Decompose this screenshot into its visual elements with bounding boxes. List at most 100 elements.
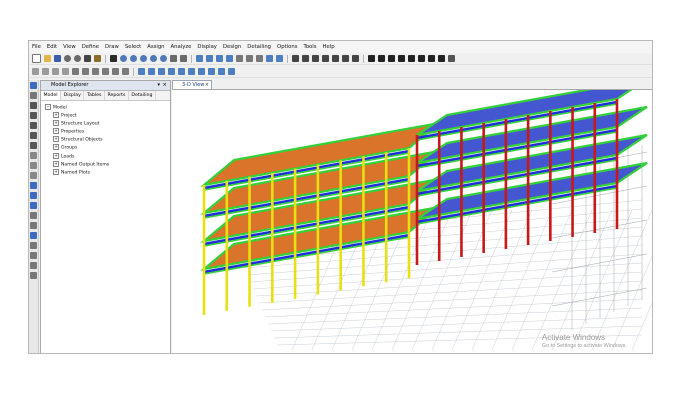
draw-floor-icon[interactable] [30,152,37,159]
design-check-icon[interactable] [438,55,445,62]
draw-line-icon[interactable] [30,102,37,109]
display-stresses-icon[interactable] [168,68,175,75]
menu-design[interactable]: Design [220,41,244,53]
quick-draw-icon[interactable] [112,68,119,75]
column-icon[interactable] [368,55,375,62]
expand-icon[interactable]: + [53,152,59,159]
tab-model[interactable]: Model [41,91,62,100]
expand-icon[interactable]: + [53,112,59,119]
draw-brace-icon[interactable] [30,142,37,149]
display-reactions-icon[interactable] [178,68,185,75]
temperature-load-icon[interactable] [62,68,69,75]
perspective-icon[interactable] [236,55,243,62]
opening-icon[interactable] [342,55,349,62]
filter-icon[interactable] [388,55,395,62]
tab-display[interactable]: Display [61,91,85,100]
frame-icon[interactable] [292,55,299,62]
collapse-icon[interactable]: − [45,104,51,110]
tree-root-model[interactable]: − Model [45,104,170,112]
grid-icon[interactable] [352,55,359,62]
menu-detailing[interactable]: Detailing [244,41,274,53]
zoom-previous-icon[interactable] [160,55,167,62]
display-report-icon[interactable] [208,68,215,75]
draw-opening-icon[interactable] [30,172,37,179]
menu-options[interactable]: Options [274,41,300,53]
section-icon[interactable] [378,55,385,62]
display-deformed-icon[interactable] [148,68,155,75]
join-icon[interactable] [30,262,37,269]
column-draw-icon[interactable] [72,68,79,75]
expand-icon[interactable]: + [53,136,59,143]
menu-view[interactable]: View [60,41,79,53]
object-shrink-icon[interactable] [266,55,273,62]
draw-column-icon[interactable] [30,122,37,129]
menu-draw[interactable]: Draw [102,41,122,53]
move-up-icon[interactable] [246,55,253,62]
tree-item-structural-objects[interactable]: + Structural Objects [45,136,170,144]
more-tools-icon[interactable] [448,55,455,62]
lock-icon[interactable] [94,55,101,62]
expand-icon[interactable]: + [53,144,59,151]
set-display-icon[interactable] [276,55,283,62]
3d-view-canvas[interactable]: Activate Windows Go to Settings to activ… [172,89,652,353]
menu-define[interactable]: Define [79,41,102,53]
open-icon[interactable] [44,55,51,62]
menu-tools[interactable]: Tools [300,41,319,53]
wall-draw-icon[interactable] [122,68,129,75]
plan-view-icon[interactable] [206,55,213,62]
rotate-icon[interactable] [180,55,187,62]
menu-analyze[interactable]: Analyze [168,41,195,53]
point-icon[interactable] [418,55,425,62]
draw-point-icon[interactable] [30,112,37,119]
tree-item-named-plots[interactable]: + Named Plots [45,168,170,177]
tab-3d-view[interactable]: 3-D View × [172,80,212,89]
draw-beam-icon[interactable] [30,132,37,139]
tab-detailing[interactable]: Detailing [129,91,156,100]
area-draw-icon[interactable] [102,68,109,75]
zoom-in-icon[interactable] [130,55,137,62]
display-forces-icon[interactable] [138,68,145,75]
pencil-icon[interactable] [84,55,91,62]
reshape-icon[interactable] [30,92,37,99]
grid-line-icon[interactable] [30,222,37,229]
draw-tool-icon[interactable] [428,55,435,62]
undo-icon[interactable] [64,55,71,62]
divide-icon[interactable] [30,272,37,279]
rotate-3d-icon[interactable] [226,55,233,62]
select-previous-icon[interactable] [30,192,37,199]
line-weight-icon[interactable] [408,55,415,62]
tree-item-structure-layout[interactable]: + Structure Layout [45,120,170,128]
clear-selection-icon[interactable] [30,202,37,209]
save-icon[interactable] [54,55,61,62]
display-table-icon[interactable] [198,68,205,75]
tab-tables[interactable]: Tables [84,91,105,100]
expand-icon[interactable]: + [53,120,59,127]
pin-icon[interactable]: ▾ [157,81,160,90]
display-design-icon[interactable] [218,68,225,75]
menu-file[interactable]: File [29,41,44,53]
display-section-cut-icon[interactable] [228,68,235,75]
zoom-window-icon[interactable] [120,55,127,62]
close-icon[interactable]: × [162,81,167,90]
new-model-icon[interactable] [32,54,41,63]
tree-item-project[interactable]: + Project [45,112,170,120]
tab-reports[interactable]: Reports [105,91,129,100]
expand-icon[interactable]: + [53,160,59,167]
menu-display[interactable]: Display [194,41,220,53]
snap-icon[interactable] [30,232,37,239]
slab-icon[interactable] [332,55,339,62]
frame-load-icon[interactable] [42,68,49,75]
pan-icon[interactable] [170,55,177,62]
shell-load-icon[interactable] [52,68,59,75]
display-mode-shape-icon[interactable] [188,68,195,75]
run-analysis-icon[interactable] [110,55,117,62]
menu-select[interactable]: Select [122,41,144,53]
brace-draw-icon[interactable] [92,68,99,75]
restraint-icon[interactable] [398,55,405,62]
beam-draw-icon[interactable] [82,68,89,75]
select-all-icon[interactable] [30,182,37,189]
redo-icon[interactable] [74,55,81,62]
zoom-out-icon[interactable] [140,55,147,62]
replicate-icon[interactable] [30,252,37,259]
zoom-fit-icon[interactable] [150,55,157,62]
